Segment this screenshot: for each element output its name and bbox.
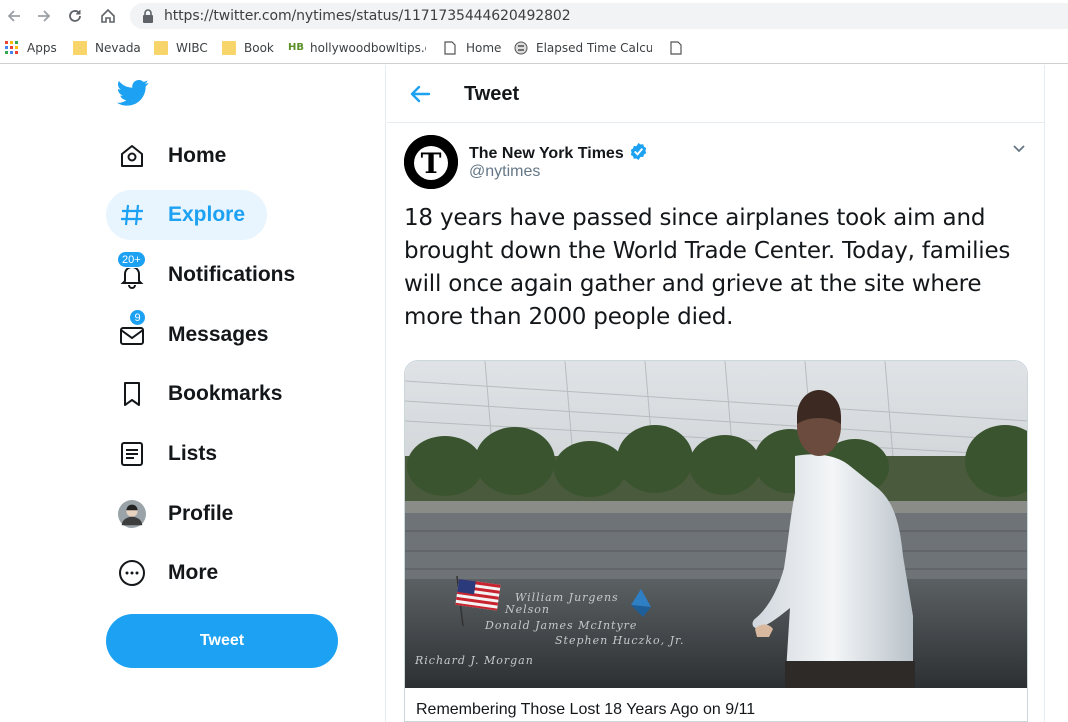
nav-label: Explore	[168, 203, 246, 226]
svg-text:Richard J. Morgan: Richard J. Morgan	[414, 654, 534, 667]
author-handle[interactable]: @nytimes	[469, 163, 540, 181]
calculator-icon	[514, 41, 528, 55]
bookmark-label: hollywoodbowltips.cc	[310, 41, 426, 55]
nav-notifications[interactable]: 20+ Notifications	[106, 250, 317, 300]
bell-icon: 20+	[117, 251, 146, 289]
bookmark-label: Nevada	[95, 41, 141, 55]
nav-label: More	[168, 561, 219, 584]
svg-text:Donald James McIntyre: Donald James McIntyre	[484, 619, 637, 632]
nav-label: Profile	[168, 502, 234, 525]
nav-more[interactable]: More	[106, 548, 240, 598]
svg-text:Nelson: Nelson	[504, 603, 550, 616]
messages-badge: 9	[129, 309, 146, 326]
url-text: https://twitter.com/nytimes/status/11717…	[164, 8, 571, 24]
svg-text:T: T	[421, 147, 442, 180]
nav-lists[interactable]: Lists	[106, 429, 239, 479]
bookmark-label: Elapsed Time Calcula	[536, 41, 652, 55]
address-bar[interactable]: https://twitter.com/nytimes/status/11717…	[130, 3, 1068, 29]
page-header: Tweet	[387, 65, 1045, 123]
bookmark-label: Home	[466, 41, 502, 55]
nav-messages[interactable]: 9 Messages	[106, 309, 290, 360]
chevron-down-icon[interactable]	[1011, 141, 1027, 162]
bookmark-nevada[interactable]: Nevada	[73, 39, 141, 57]
forward-arrow-icon[interactable]	[33, 5, 55, 27]
bookmark-elapsed-time[interactable]: Elapsed Time Calcula	[514, 39, 652, 57]
folder-icon	[73, 41, 87, 55]
reload-icon[interactable]	[64, 5, 86, 27]
memorial-photo: William Jurgens Nelson Donald James McIn…	[405, 361, 1027, 688]
list-icon	[118, 440, 146, 468]
nyt-logo-icon: T	[404, 135, 458, 189]
more-icon	[118, 559, 146, 587]
folder-icon	[154, 41, 168, 55]
nav-label: Lists	[168, 442, 218, 465]
home-icon	[118, 142, 146, 170]
nav-label: Bookmarks	[168, 382, 283, 405]
bookmark-icon	[118, 380, 146, 408]
bookmark-book[interactable]: Book	[222, 39, 274, 57]
bookmark-label: Apps	[27, 41, 57, 55]
folder-icon	[222, 41, 236, 55]
avatar	[118, 500, 146, 528]
browser-toolbar: https://twitter.com/nytimes/status/11717…	[0, 0, 1068, 32]
bookmark-hollywoodbowltips[interactable]: HB hollywoodbowltips.cc	[288, 39, 426, 57]
back-arrow-icon[interactable]	[3, 5, 25, 27]
verified-badge-icon	[629, 142, 648, 166]
tweet-text: 18 years have passed since airplanes too…	[404, 205, 1011, 330]
nav-label: Home	[168, 144, 227, 167]
hb-tips-icon: HB	[288, 42, 304, 53]
nav-bookmarks[interactable]: Bookmarks	[106, 369, 304, 419]
left-sidebar: Home Explore 20+ Notifications 9 Message…	[0, 65, 386, 722]
notification-badge: 20+	[117, 251, 146, 268]
card-title: Remembering Those Lost 18 Years Ago on 9…	[416, 701, 756, 718]
tweet-button[interactable]: Tweet	[106, 614, 338, 668]
link-card[interactable]: William Jurgens Nelson Donald James McIn…	[404, 360, 1028, 722]
author-name: The New York Times	[469, 145, 624, 162]
svg-text:Stephen Huczko, Jr.: Stephen Huczko, Jr.	[555, 634, 685, 647]
author-avatar[interactable]: T	[404, 135, 458, 189]
apps-grid-icon	[5, 41, 19, 55]
home-page-icon[interactable]	[97, 5, 119, 27]
bookmarks-bar: Apps Nevada WIBC Book HB hollywoodbowlti…	[0, 32, 1068, 64]
envelope-icon: 9	[118, 309, 146, 349]
twitter-logo-icon[interactable]	[117, 79, 149, 112]
page-icon	[670, 41, 684, 55]
bookmark-wibc[interactable]: WIBC	[154, 39, 208, 57]
page-icon	[444, 41, 458, 55]
bookmark-home[interactable]: Home	[444, 39, 501, 57]
nav-explore[interactable]: Explore	[106, 190, 268, 240]
page-title: Tweet	[464, 83, 520, 105]
bookmark-page[interactable]	[670, 39, 692, 57]
main-column: Tweet T The New York Times @nytimes 18 y…	[387, 65, 1045, 722]
nav-home[interactable]: Home	[106, 131, 248, 181]
bookmark-apps[interactable]: Apps	[5, 39, 57, 57]
lock-icon	[142, 9, 154, 28]
nav-label: Messages	[168, 323, 269, 346]
back-arrow-icon[interactable]	[409, 83, 431, 110]
nav-label: Notifications	[168, 263, 296, 286]
nav-profile[interactable]: Profile	[106, 489, 255, 539]
hashtag-icon	[118, 201, 146, 229]
bookmark-label: WIBC	[176, 41, 208, 55]
bookmark-label: Book	[244, 41, 274, 55]
